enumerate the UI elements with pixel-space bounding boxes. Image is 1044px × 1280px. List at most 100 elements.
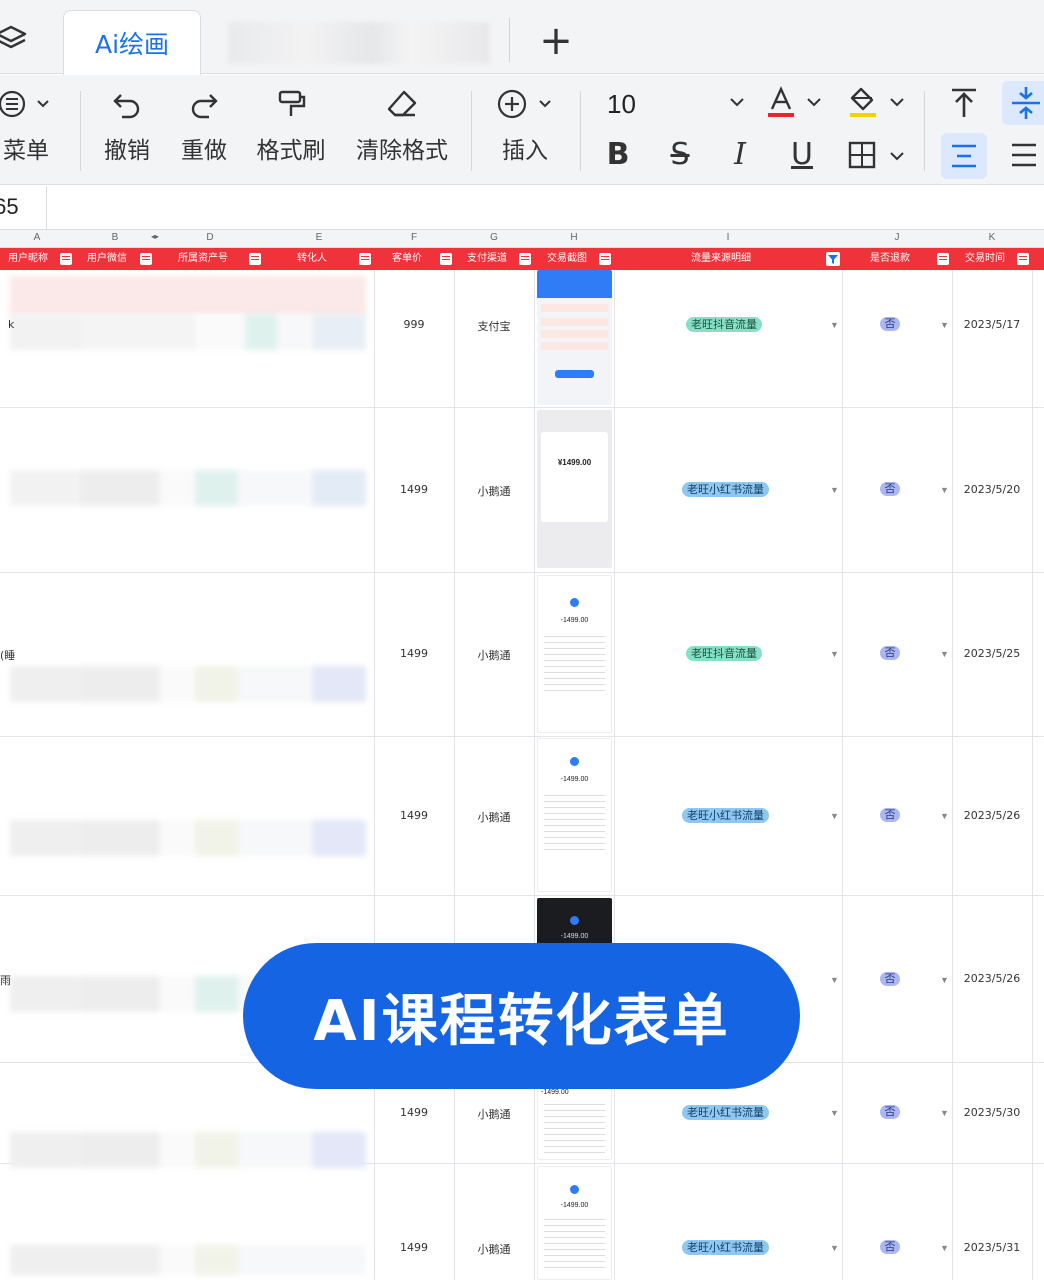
- align-justify-button[interactable]: [1008, 139, 1044, 171]
- tab-blurred[interactable]: [228, 22, 490, 64]
- transaction-screenshot[interactable]: -1499.00: [537, 1166, 612, 1280]
- dropdown-arrow-icon[interactable]: ▼: [940, 485, 949, 495]
- transaction-screenshot[interactable]: [537, 270, 612, 405]
- date-cell[interactable]: 2023/5/25: [952, 647, 1032, 660]
- menu-button[interactable]: 菜单: [0, 87, 56, 165]
- chevron-down-icon[interactable]: [805, 95, 823, 109]
- redo-button[interactable]: 重做: [179, 87, 229, 165]
- refund-tag[interactable]: 否: [880, 972, 900, 986]
- clear-format-button[interactable]: 清除格式: [355, 87, 449, 165]
- dropdown-arrow-icon[interactable]: ▼: [940, 649, 949, 659]
- date-cell[interactable]: 2023/5/31: [952, 1241, 1032, 1254]
- price-cell[interactable]: 1499: [374, 1241, 454, 1254]
- add-tab-button[interactable]: +: [536, 21, 576, 62]
- source-tag[interactable]: 老旺抖音流量: [686, 646, 762, 661]
- header-cell[interactable]: 客单价: [376, 248, 438, 270]
- filter-icon[interactable]: [359, 253, 371, 265]
- header-cell[interactable]: 交易截图: [536, 248, 598, 270]
- chevron-down-icon[interactable]: [728, 95, 746, 109]
- strikethrough-button[interactable]: S: [662, 137, 698, 173]
- date-cell[interactable]: 2023/5/26: [952, 809, 1032, 822]
- column-letter[interactable]: D: [156, 232, 264, 243]
- source-tag[interactable]: 老旺抖音流量: [686, 317, 762, 332]
- refund-tag[interactable]: 否: [880, 482, 900, 496]
- text-color-button[interactable]: [766, 85, 796, 121]
- price-cell[interactable]: 1499: [374, 1106, 454, 1119]
- header-cell[interactable]: 支付渠道: [456, 248, 518, 270]
- cell-fragment[interactable]: (睡: [0, 647, 15, 663]
- channel-cell[interactable]: 小鹅通: [454, 647, 534, 663]
- header-cell[interactable]: 用户昵称: [0, 248, 56, 270]
- dropdown-arrow-icon[interactable]: ▼: [940, 1108, 949, 1118]
- dropdown-arrow-icon[interactable]: ▼: [830, 975, 839, 985]
- layers-icon[interactable]: [0, 22, 28, 56]
- source-tag[interactable]: 老旺小红书流量: [682, 1240, 769, 1255]
- column-letter[interactable]: J: [842, 232, 952, 243]
- refund-tag[interactable]: 否: [880, 1105, 900, 1119]
- filter-icon[interactable]: [519, 253, 531, 265]
- cell-fragment[interactable]: 雨: [0, 972, 11, 988]
- refund-tag[interactable]: 否: [880, 808, 900, 822]
- filter-icon[interactable]: [440, 253, 452, 265]
- column-letter[interactable]: F: [374, 232, 454, 243]
- column-letter[interactable]: E: [264, 232, 374, 243]
- channel-cell[interactable]: 小鹅通: [454, 809, 534, 825]
- dropdown-arrow-icon[interactable]: ▼: [940, 811, 949, 821]
- filter-icon[interactable]: [60, 253, 72, 265]
- italic-button[interactable]: I: [722, 137, 758, 173]
- filter-icon[interactable]: [249, 253, 261, 265]
- insert-button[interactable]: 插入: [493, 87, 557, 165]
- date-cell[interactable]: 2023/5/20: [952, 483, 1032, 496]
- price-cell[interactable]: 1499: [374, 483, 454, 496]
- column-letter[interactable]: K: [952, 232, 1032, 243]
- filter-icon[interactable]: [937, 253, 949, 265]
- channel-cell[interactable]: 小鹅通: [454, 1106, 534, 1122]
- transaction-screenshot[interactable]: -1499.00: [537, 575, 612, 733]
- channel-cell[interactable]: 支付宝: [454, 318, 534, 334]
- border-button[interactable]: [846, 139, 878, 171]
- align-middle-button[interactable]: [1002, 81, 1044, 125]
- refund-tag[interactable]: 否: [880, 646, 900, 660]
- fill-color-button[interactable]: [848, 85, 878, 121]
- transaction-screenshot[interactable]: ¥1499.00: [537, 410, 612, 568]
- header-cell[interactable]: 是否退款: [844, 248, 936, 270]
- bold-button[interactable]: B: [600, 137, 636, 173]
- dropdown-arrow-icon[interactable]: ▼: [940, 320, 949, 330]
- column-letter[interactable]: H: [534, 232, 614, 243]
- format-painter-button[interactable]: 格式刷: [255, 87, 327, 165]
- undo-button[interactable]: 撤销: [102, 87, 152, 165]
- filter-icon[interactable]: [599, 253, 611, 265]
- cell-reference[interactable]: I65: [0, 194, 19, 220]
- underline-button[interactable]: U: [784, 137, 820, 173]
- date-cell[interactable]: 2023/5/17: [952, 318, 1032, 331]
- refund-tag[interactable]: 否: [880, 317, 900, 331]
- dropdown-arrow-icon[interactable]: ▼: [830, 1108, 839, 1118]
- dropdown-arrow-icon[interactable]: ▼: [830, 320, 839, 330]
- cell-fragment[interactable]: k: [8, 318, 14, 331]
- dropdown-arrow-icon[interactable]: ▼: [830, 485, 839, 495]
- chevron-down-icon[interactable]: [888, 149, 906, 163]
- source-tag[interactable]: 老旺小红书流量: [682, 482, 769, 497]
- refund-tag[interactable]: 否: [880, 1240, 900, 1254]
- header-cell[interactable]: 所属资产号: [160, 248, 246, 270]
- tab-ai-drawing[interactable]: Ai绘画: [63, 10, 201, 75]
- channel-cell[interactable]: 小鹅通: [454, 1241, 534, 1257]
- header-cell[interactable]: 交易时间: [954, 248, 1016, 270]
- dropdown-arrow-icon[interactable]: ▼: [830, 1243, 839, 1253]
- column-letter[interactable]: G: [454, 232, 534, 243]
- dropdown-arrow-icon[interactable]: ▼: [830, 811, 839, 821]
- dropdown-arrow-icon[interactable]: ▼: [940, 975, 949, 985]
- column-letter[interactable]: A: [0, 232, 74, 243]
- channel-cell[interactable]: 小鹅通: [454, 483, 534, 499]
- align-center-button[interactable]: [941, 133, 987, 179]
- date-cell[interactable]: 2023/5/30: [952, 1106, 1032, 1119]
- header-cell[interactable]: 流量来源明细: [616, 248, 826, 270]
- filter-active-icon[interactable]: [826, 252, 840, 266]
- filter-icon[interactable]: [1017, 253, 1029, 265]
- font-size-select[interactable]: 10: [607, 89, 636, 120]
- source-tag[interactable]: 老旺小红书流量: [682, 1105, 769, 1120]
- dropdown-arrow-icon[interactable]: ▼: [940, 1243, 949, 1253]
- price-cell[interactable]: 1499: [374, 647, 454, 660]
- filter-icon[interactable]: [140, 253, 152, 265]
- header-cell[interactable]: 转化人: [266, 248, 358, 270]
